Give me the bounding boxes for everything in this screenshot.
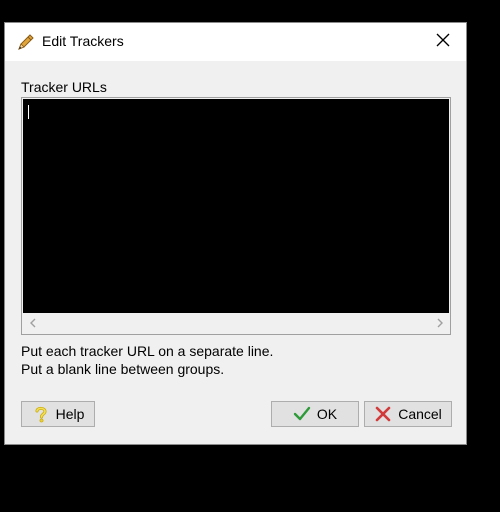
cancel-button[interactable]: Cancel bbox=[364, 401, 452, 427]
cancel-button-label: Cancel bbox=[398, 406, 442, 422]
tracker-urls-editor bbox=[21, 97, 451, 335]
horizontal-scrollbar[interactable] bbox=[23, 314, 449, 333]
tracker-urls-textarea[interactable] bbox=[23, 99, 449, 313]
ok-button-label: OK bbox=[316, 406, 338, 422]
hint-blank-line: Put a blank line between groups. bbox=[21, 361, 225, 377]
window-title: Edit Trackers bbox=[42, 33, 124, 49]
question-mark-icon bbox=[32, 405, 50, 423]
help-button-label: Help bbox=[55, 406, 85, 422]
ok-button[interactable]: OK bbox=[271, 401, 359, 427]
scroll-left-button[interactable] bbox=[23, 314, 42, 333]
checkmark-icon bbox=[293, 405, 311, 423]
chevron-left-icon bbox=[29, 315, 37, 333]
edit-trackers-dialog: Edit Trackers Tracker URLs Put each trac… bbox=[4, 22, 467, 445]
title-bar: Edit Trackers bbox=[5, 23, 466, 61]
close-button[interactable] bbox=[420, 23, 466, 61]
x-icon bbox=[374, 405, 392, 423]
text-caret bbox=[28, 105, 29, 119]
help-button[interactable]: Help bbox=[21, 401, 95, 427]
scroll-right-button[interactable] bbox=[430, 314, 449, 333]
pencil-icon bbox=[16, 32, 36, 52]
tracker-urls-label: Tracker URLs bbox=[21, 79, 107, 95]
chevron-right-icon bbox=[436, 315, 444, 333]
close-icon bbox=[436, 33, 450, 52]
hint-separate-line: Put each tracker URL on a separate line. bbox=[21, 343, 274, 359]
